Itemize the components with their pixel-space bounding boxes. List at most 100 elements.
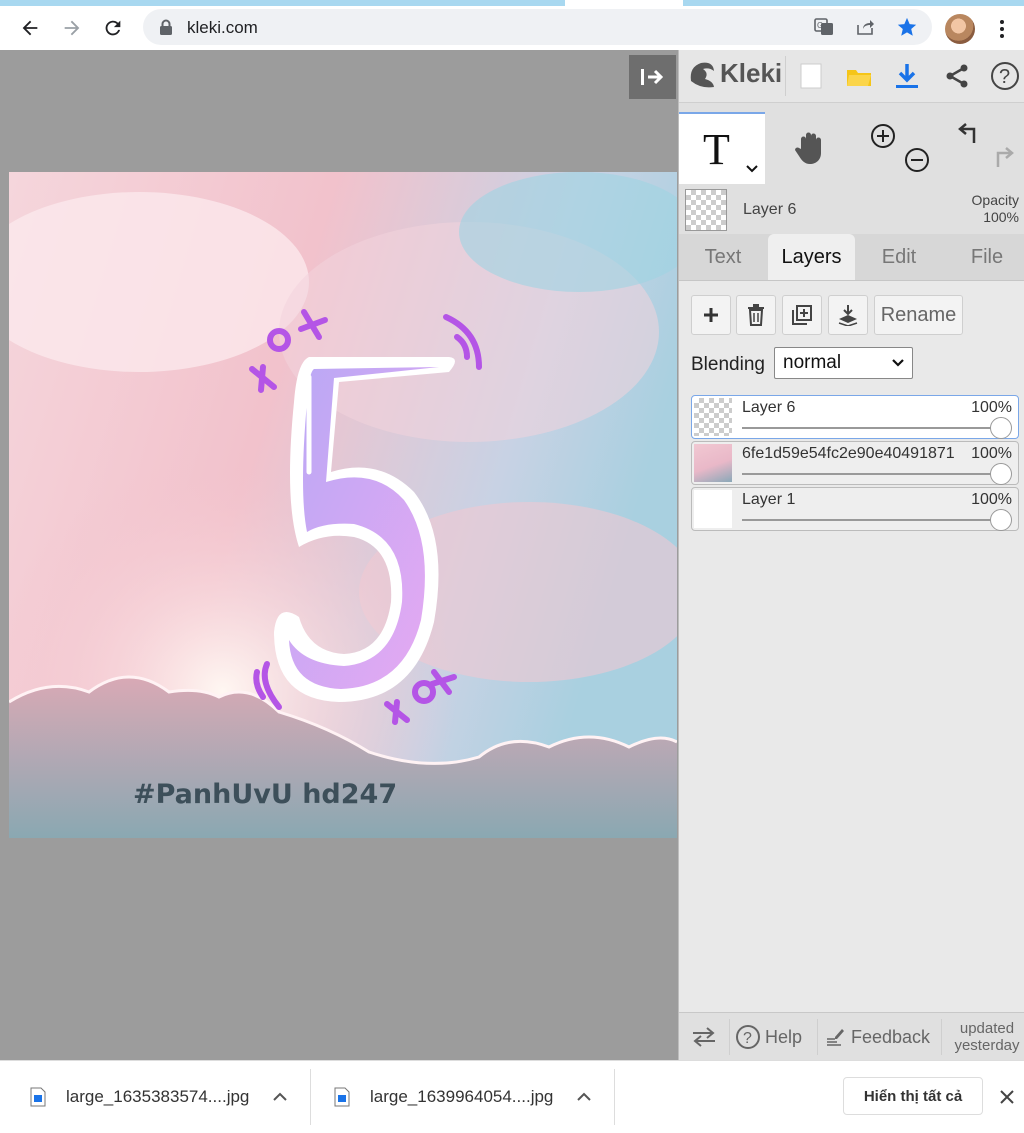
plus-icon	[704, 308, 718, 322]
image-file-icon	[334, 1087, 350, 1107]
url-text: kleki.com	[187, 18, 258, 37]
drawing-canvas[interactable]: #PanhUvU hd247	[9, 172, 677, 838]
download-icon	[896, 64, 918, 88]
download-filename: large_1635383574....jpg	[66, 1087, 250, 1106]
svg-text:G: G	[817, 21, 823, 30]
collapse-arrow-icon	[640, 69, 663, 85]
open-image-button[interactable]	[843, 60, 875, 92]
close-downloads-button[interactable]	[995, 1085, 1019, 1109]
kleki-logo[interactable]: Kleki	[687, 58, 782, 89]
footer-divider	[817, 1019, 818, 1055]
download-options-button[interactable]	[270, 1087, 290, 1107]
profile-avatar[interactable]	[945, 14, 975, 44]
opacity-value: 100%	[983, 209, 1019, 225]
star-icon	[897, 17, 917, 36]
arrow-left-icon	[22, 20, 38, 36]
download-image-button[interactable]	[891, 60, 923, 92]
hand-tool-button[interactable]	[766, 112, 856, 182]
chevron-up-icon	[273, 1092, 287, 1101]
add-layer-button[interactable]	[691, 295, 731, 335]
merge-down-icon	[838, 305, 858, 326]
delete-layer-button[interactable]	[736, 295, 776, 335]
reload-button[interactable]	[97, 12, 129, 44]
tab-edit[interactable]: Edit	[861, 234, 937, 280]
trash-icon	[748, 304, 764, 326]
download-item[interactable]: large_1635383574....jpg	[30, 1061, 249, 1133]
current-layer-thumbnail	[685, 189, 727, 231]
undo-icon[interactable]	[956, 120, 984, 148]
forward-button[interactable]	[56, 12, 88, 44]
tab-file[interactable]: File	[949, 234, 1024, 280]
back-button[interactable]	[14, 12, 46, 44]
layer-opacity: 100%	[971, 491, 1012, 508]
sidebar-tabs: Text Layers Edit File	[679, 234, 1024, 281]
canvas-artwork: #PanhUvU hd247	[9, 172, 677, 838]
browser-menu-button[interactable]	[990, 15, 1014, 43]
layer-item-layer-6[interactable]: Layer 6 100%	[691, 395, 1019, 439]
rename-layer-button[interactable]: Rename	[874, 295, 963, 335]
question-circle-icon: ?	[991, 62, 1019, 90]
share-button[interactable]	[941, 60, 973, 92]
tab-layers[interactable]: Layers	[768, 234, 855, 280]
blending-select[interactable]: normal	[774, 347, 913, 379]
layer-opacity-slider[interactable]	[742, 519, 1004, 521]
kleki-logo-text: Kleki	[720, 58, 783, 88]
swap-sidebar-button[interactable]	[691, 1013, 717, 1061]
image-file-icon	[30, 1087, 46, 1107]
tool-row: T	[679, 112, 1024, 184]
zoom-out-icon[interactable]	[903, 146, 931, 174]
text-tool-button[interactable]: T	[679, 112, 765, 184]
layer-thumbnail	[694, 398, 732, 436]
sidebar-header: Kleki ?	[679, 50, 1024, 103]
folder-icon	[847, 70, 871, 86]
new-image-button[interactable]	[795, 60, 827, 92]
help-link[interactable]: ? Help	[735, 1013, 802, 1061]
translate-button[interactable]: G	[813, 16, 835, 38]
footer-divider	[729, 1019, 730, 1055]
updated-info: updated yesterday	[949, 1013, 1024, 1061]
layer-item-layer-1[interactable]: Layer 1 100%	[691, 487, 1019, 531]
zoom-in-icon[interactable]	[869, 122, 897, 150]
chevron-down-icon	[892, 359, 904, 367]
share-page-button[interactable]	[854, 16, 876, 38]
layer-opacity-handle[interactable]	[990, 417, 1012, 439]
collapse-sidebar-button[interactable]	[629, 55, 676, 99]
address-bar[interactable]: kleki.com G	[143, 9, 932, 45]
download-divider	[310, 1069, 311, 1125]
layer-thumbnail	[694, 444, 732, 482]
download-filename: large_1639964054....jpg	[370, 1087, 554, 1106]
updated-line-2: yesterday	[954, 1037, 1020, 1054]
layer-thumbnail	[694, 490, 732, 528]
text-tool-icon: T	[703, 125, 730, 174]
pencil-lines-icon	[827, 1029, 844, 1046]
layer-opacity-handle[interactable]	[990, 463, 1012, 485]
merge-down-button[interactable]	[828, 295, 868, 335]
tab-text[interactable]: Text	[687, 234, 759, 280]
layer-opacity-slider[interactable]	[742, 427, 1004, 429]
download-options-button[interactable]	[574, 1087, 594, 1107]
updated-line-1: updated	[959, 1020, 1015, 1037]
duplicate-layer-button[interactable]	[782, 295, 822, 335]
kleki-logo-icon	[690, 62, 714, 87]
layer-name: 6fe1d59e54fc2e90e40491871	[742, 445, 955, 462]
layer-name: Layer 6	[742, 399, 796, 416]
hand-icon	[795, 132, 821, 164]
show-all-downloads-button[interactable]: Hiển thị tất cả	[843, 1077, 983, 1115]
footer-divider	[941, 1019, 942, 1055]
question-circle-icon: ?	[736, 1025, 760, 1049]
svg-text:?: ?	[999, 66, 1010, 88]
layer-opacity-slider[interactable]	[742, 473, 1004, 475]
layer-item-photo[interactable]: 6fe1d59e54fc2e90e40491871 100%	[691, 441, 1019, 485]
layer-opacity-handle[interactable]	[990, 509, 1012, 531]
duplicate-icon	[792, 305, 812, 325]
bookmark-button[interactable]	[896, 16, 918, 38]
layer-name: Layer 1	[742, 491, 796, 508]
feedback-link[interactable]: Feedback	[825, 1013, 930, 1061]
blending-value: normal	[783, 352, 842, 373]
downloads-bar: large_1635383574....jpg large_1639964054…	[0, 1060, 1024, 1133]
current-layer-name: Layer 6	[743, 201, 797, 218]
help-button[interactable]: ?	[989, 60, 1021, 92]
watermark-text: #PanhUvU hd247	[133, 779, 397, 810]
redo-icon[interactable]	[988, 144, 1016, 172]
download-item[interactable]: large_1639964054....jpg	[334, 1061, 553, 1133]
